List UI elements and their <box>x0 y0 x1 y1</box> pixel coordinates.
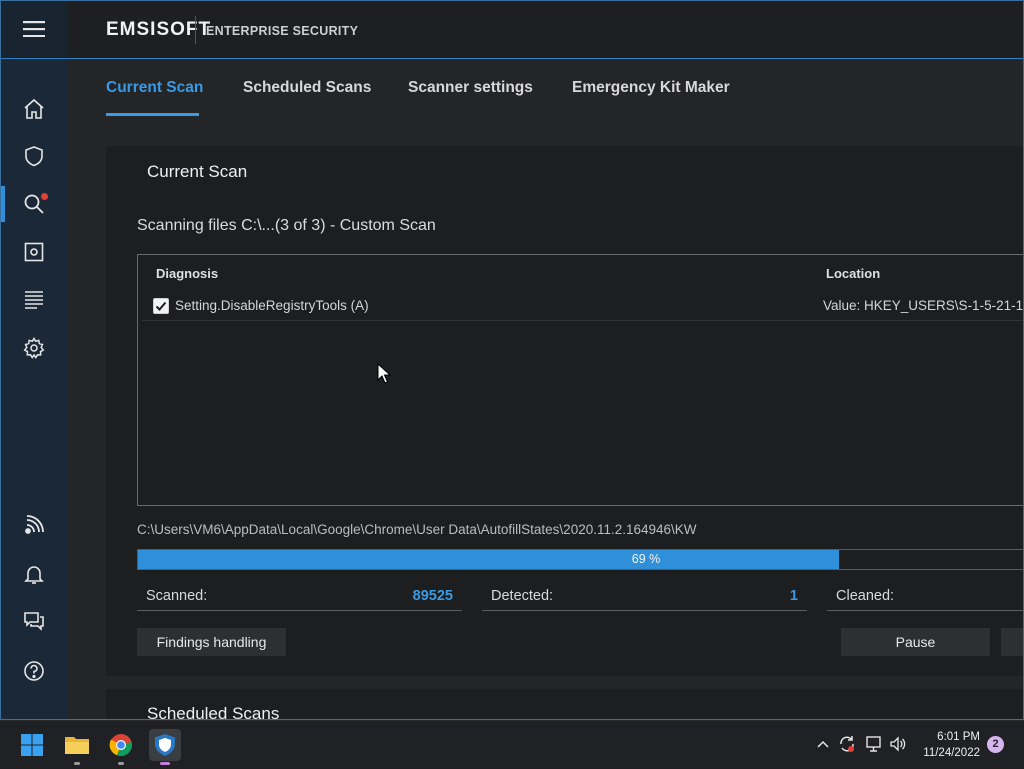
section-title-scheduled-scans: Scheduled Scans <box>147 704 280 720</box>
scanned-label: Scanned: <box>146 588 208 604</box>
stat-detected: Detected: 1 <box>482 579 807 611</box>
panel-title: Current Scan <box>147 162 248 181</box>
sidebar-item-support[interactable] <box>1 601 67 641</box>
clock-date: 11/24/2022 <box>923 747 980 759</box>
taskbar-chrome[interactable] <box>105 729 137 765</box>
hamburger-icon <box>23 21 45 37</box>
shield-icon <box>25 146 43 167</box>
scheduled-scans-section: Scheduled Scans <box>106 689 1023 720</box>
running-indicator <box>118 762 124 765</box>
network-monitor-icon <box>866 736 881 752</box>
detected-label: Detected: <box>491 588 554 604</box>
stat-cleaned: Cleaned: <box>827 579 1023 611</box>
sidebar-item-network[interactable] <box>1 506 67 546</box>
sidebar-item-scan[interactable] <box>1 184 67 224</box>
tray-sync[interactable] <box>837 734 857 754</box>
taskbar-emsisoft[interactable] <box>149 729 181 765</box>
tray-network[interactable] <box>863 734 883 754</box>
emsisoft-shield-icon <box>155 734 175 756</box>
tab-scheduled-scans[interactable]: Scheduled Scans <box>243 79 371 97</box>
home-icon <box>24 98 44 119</box>
findings-table[interactable]: Diagnosis Location Setting.DisableRegist… <box>137 254 1024 506</box>
title-bar: EMSISOFT ENTERPRISE SECURITY <box>1 1 1023 59</box>
detected-value: 1 <box>789 588 798 604</box>
column-header-diagnosis[interactable]: Diagnosis <box>156 266 218 281</box>
notification-count-badge[interactable]: 2 <box>987 736 1004 753</box>
brand-divider <box>195 16 196 44</box>
active-app-indicator <box>160 762 170 765</box>
sidebar-item-logs[interactable] <box>1 279 67 319</box>
chat-icon <box>24 612 44 631</box>
finding-location: Value: HKEY_USERS\S-1-5-21-1... <box>823 298 1024 313</box>
sidebar-item-home[interactable] <box>1 89 67 129</box>
stat-scanned: Scanned: 89525 <box>137 579 462 611</box>
hamburger-menu-button[interactable] <box>1 1 67 57</box>
clock[interactable]: 6:01 PM 11/24/2022 <box>912 729 980 761</box>
help-icon <box>24 661 44 681</box>
sidebar-item-settings[interactable] <box>1 328 67 368</box>
current-file-path: C:\Users\VM6\AppData\Local\Google\Chrome… <box>137 522 697 537</box>
sidebar-item-notifications[interactable] <box>1 554 67 594</box>
findings-handling-button[interactable]: Findings handling <box>137 628 286 656</box>
scan-status-text: Scanning files C:\...(3 of 3) - Custom S… <box>137 217 436 234</box>
finding-checkbox[interactable] <box>153 298 169 314</box>
start-button[interactable] <box>16 729 48 761</box>
tab-emergency-kit-maker[interactable]: Emergency Kit Maker <box>572 79 730 97</box>
sidebar-item-help[interactable] <box>1 651 67 691</box>
tab-current-scan[interactable]: Current Scan <box>106 79 203 97</box>
tray-volume[interactable] <box>888 734 908 754</box>
finding-name: Setting.DisableRegistryTools (A) <box>175 298 369 313</box>
table-row[interactable]: Setting.DisableRegistryTools (A) Value: … <box>142 291 1024 321</box>
safe-icon <box>24 242 44 262</box>
scanned-value: 89525 <box>412 588 453 604</box>
running-indicator <box>74 762 80 765</box>
cleaned-label: Cleaned: <box>836 588 895 604</box>
pause-button[interactable]: Pause <box>841 628 990 656</box>
tab-scanner-settings[interactable]: Scanner settings <box>408 79 533 97</box>
wireless-network-icon <box>25 515 44 534</box>
mouse-cursor-icon <box>377 363 391 384</box>
tab-bar: Current Scan Scheduled Scans Scanner set… <box>67 59 1023 119</box>
scan-progress-bar: 69 % <box>137 549 1023 570</box>
bell-icon <box>24 566 44 584</box>
checkmark-icon <box>155 301 167 311</box>
taskbar: 6:01 PM 11/24/2022 2 <box>0 720 1024 768</box>
sidebar-item-quarantine[interactable] <box>1 232 67 272</box>
speaker-icon <box>890 736 906 752</box>
stop-button[interactable] <box>1001 628 1023 656</box>
current-scan-panel: Current Scan Scanning files C:\...(3 of … <box>106 146 1024 676</box>
taskbar-file-explorer[interactable] <box>61 729 93 765</box>
emsisoft-window: EMSISOFT ENTERPRISE SECURITY Current Sca… <box>0 0 1024 720</box>
windows-logo-icon <box>21 734 43 756</box>
clock-time: 6:01 PM <box>937 731 980 743</box>
column-header-location[interactable]: Location <box>826 266 880 281</box>
gear-icon <box>23 337 45 359</box>
sidebar-item-protection[interactable] <box>1 136 67 176</box>
progress-percent: 69 % <box>631 552 661 566</box>
chevron-up-icon <box>817 740 829 748</box>
show-hidden-icons[interactable] <box>813 734 833 754</box>
active-tab-underline <box>106 113 199 116</box>
sync-icon <box>840 736 854 752</box>
notification-dot <box>41 193 48 200</box>
sidebar <box>1 59 67 719</box>
folder-icon <box>65 737 89 754</box>
log-list-icon <box>25 291 43 309</box>
chrome-icon <box>109 734 132 757</box>
product-name: ENTERPRISE SECURITY <box>206 24 359 38</box>
